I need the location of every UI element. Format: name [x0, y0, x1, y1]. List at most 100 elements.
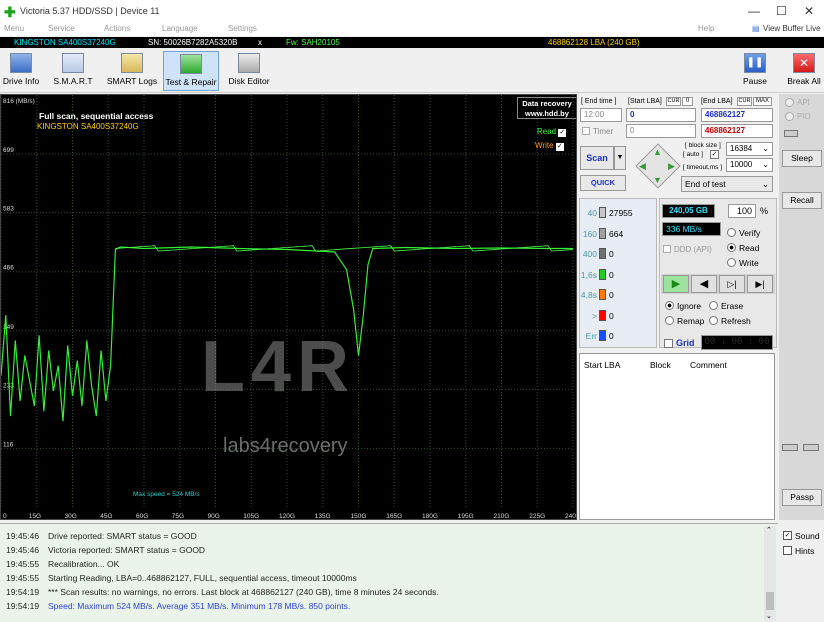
end-mode-select[interactable]: End of test ⌄	[681, 176, 773, 192]
test-repair-button[interactable]: Test & Repair	[163, 51, 219, 91]
close-icon[interactable]: ✕	[804, 4, 814, 18]
sound-checkbox[interactable]: ✓	[783, 531, 792, 540]
disk-editor-button[interactable]: Disk Editor	[226, 51, 272, 91]
timer-checkbox[interactable]	[582, 127, 590, 135]
drive-serial: SN: 50026B7282A5320B	[148, 38, 238, 47]
rewind-icon[interactable]: ◀	[691, 275, 717, 293]
start-lba-input[interactable]: 0	[626, 108, 696, 122]
count-swatch	[599, 248, 606, 259]
recall-button[interactable]: Recall	[782, 192, 822, 209]
table-header-block[interactable]: Block	[650, 360, 671, 370]
view-buffer-live[interactable]: View Buffer Live	[763, 24, 821, 33]
log-scrollbar[interactable]: ⌃ ⌄	[764, 526, 776, 621]
menu-item-help[interactable]: Help	[698, 24, 714, 33]
remap-radio[interactable]	[665, 316, 674, 325]
ignore-radio[interactable]	[665, 301, 674, 310]
count-threshold: 160	[582, 228, 597, 239]
block-size-select[interactable]: 16384 ⌄	[726, 142, 773, 156]
table-header-comment[interactable]: Comment	[690, 360, 727, 370]
passp-button[interactable]: Passp	[782, 489, 822, 506]
drive-info-bar: KINGSTON SA400S37240G SN: 50026B7282A532…	[0, 37, 824, 48]
serial-close-icon[interactable]: x	[258, 38, 262, 47]
maximize-icon[interactable]: ☐	[776, 4, 787, 18]
scroll-thumb[interactable]	[766, 592, 774, 610]
scroll-up-icon[interactable]: ⌃	[766, 526, 772, 534]
break-all-button[interactable]: ✕ Break All	[784, 51, 824, 91]
skip-end-icon[interactable]: ▶|	[747, 275, 773, 293]
read-radio[interactable]	[727, 243, 736, 252]
arrow-right-icon[interactable]: ▶	[668, 161, 675, 172]
x-tick-label: 75G	[172, 513, 184, 520]
table-header-start-lba[interactable]: Start LBA	[584, 360, 620, 370]
end-time-input[interactable]: 12:00	[580, 108, 622, 122]
count-swatch	[599, 309, 606, 321]
quick-button[interactable]: QUICK	[580, 175, 626, 191]
scan-dropdown[interactable]: ▼	[614, 146, 626, 170]
pio-radio[interactable]	[785, 112, 794, 121]
pause-button[interactable]: ❚❚ Pause	[737, 51, 773, 91]
log-line: 19:45:55 Starting Reading, LBA=0..4688621…	[6, 573, 357, 583]
log-line: 19:45:46 Drive reported: SMART status = G…	[6, 531, 197, 541]
count-row: >0	[579, 309, 657, 323]
verify-radio[interactable]	[727, 228, 736, 237]
log-time: 19:45:46	[6, 531, 40, 541]
auto-checkbox[interactable]: ✓	[710, 150, 719, 159]
end-lba-max-input[interactable]: 468862127	[701, 124, 773, 138]
x-tick-label: 30G	[65, 513, 77, 520]
timer-input[interactable]: 0	[626, 124, 696, 138]
arrow-up-icon[interactable]: ▲	[653, 147, 662, 157]
ddd-checkbox[interactable]	[663, 245, 671, 253]
erase-radio[interactable]	[709, 301, 718, 310]
x-tick-label: 90G	[208, 513, 220, 520]
y-tick-label: 699	[3, 147, 14, 154]
toolbar: Drive Info S.M.A.R.T SMART Logs Test & R…	[0, 49, 824, 93]
menu-item-actions[interactable]: Actions	[104, 24, 130, 33]
play-icon[interactable]: ▶	[663, 275, 689, 293]
write-legend[interactable]: Write ✓	[535, 141, 564, 151]
menu-item-service[interactable]: Service	[48, 24, 75, 33]
grid-checkbox[interactable]	[664, 339, 673, 348]
hints-checkbox[interactable]	[783, 546, 792, 555]
read-legend[interactable]: Read ✓	[537, 127, 567, 137]
smart-button[interactable]: S.M.A.R.T	[50, 51, 96, 91]
watermark-text: labs4recovery	[223, 435, 348, 457]
remap-label: Remap	[677, 316, 705, 326]
smart-logs-button[interactable]: SMART Logs	[106, 51, 158, 91]
timeout-select[interactable]: 10000 ⌄	[726, 158, 773, 172]
x-tick-label: 150G	[351, 513, 367, 520]
read-checkbox[interactable]: ✓	[558, 129, 567, 137]
end-lba-cur-button[interactable]: CUR	[737, 97, 752, 106]
scroll-down-icon[interactable]: ⌄	[766, 612, 772, 620]
write-checkbox[interactable]: ✓	[555, 143, 564, 151]
block-size-label: [ block size ]	[685, 142, 721, 149]
smart-chart-icon	[62, 53, 84, 73]
grid-label: Grid	[676, 338, 695, 348]
arrow-down-icon[interactable]: ▼	[653, 175, 662, 185]
end-lba-input[interactable]: 468862127	[701, 108, 773, 122]
minimize-icon[interactable]: —	[748, 4, 760, 18]
start-lba-zero-button[interactable]: 0	[682, 97, 693, 106]
log-time: 19:45:46	[6, 545, 40, 555]
refresh-radio[interactable]	[709, 316, 718, 325]
chevron-down-icon: ⌄	[761, 179, 769, 189]
view-buffer-icon: ▤	[752, 24, 760, 33]
menu-item-settings[interactable]: Settings	[228, 24, 257, 33]
drive-info-button[interactable]: Drive Info	[0, 51, 42, 91]
skip-forward-icon[interactable]: ▷|	[719, 275, 745, 293]
direction-pad[interactable]: ▲ ▼ ◀ ▶	[635, 143, 681, 189]
write-radio[interactable]	[727, 258, 736, 267]
end-lba-max-button[interactable]: MAX	[753, 97, 772, 106]
sleep-button[interactable]: Sleep	[782, 150, 822, 167]
menu-item-menu[interactable]: Menu	[4, 24, 24, 33]
count-row: Err 0	[579, 329, 657, 343]
scan-button[interactable]: Scan	[580, 146, 614, 170]
scan-graph: 0 15G 30G 45G 60G 75G 90G 105G 120G 135G 150G 165G 1…	[0, 94, 577, 520]
drive-firmware: Fw: SAH20105	[286, 38, 340, 47]
disk-editor-icon	[238, 53, 260, 73]
menu-item-language[interactable]: Language	[162, 24, 198, 33]
api-radio[interactable]	[785, 98, 794, 107]
log-time: 19:54:19	[6, 587, 40, 597]
chevron-down-icon: ⌄	[762, 144, 769, 153]
arrow-left-icon[interactable]: ◀	[639, 161, 646, 172]
start-lba-cur-button[interactable]: CUR	[666, 97, 681, 106]
